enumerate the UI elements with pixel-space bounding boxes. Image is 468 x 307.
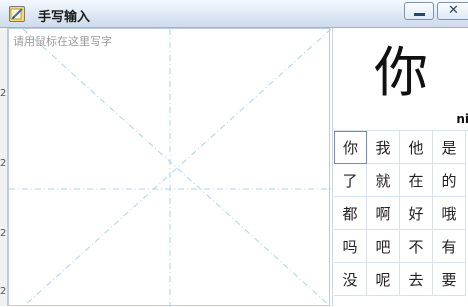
candidate-cell[interactable]: 啊 — [367, 197, 400, 230]
candidate-cell[interactable]: 要 — [433, 263, 466, 296]
candidate-cell[interactable]: 你 — [334, 131, 367, 164]
pad-hint: 请用鼠标在这里写字 — [13, 35, 112, 48]
handwriting-pad[interactable]: 请用鼠标在这里写字 — [8, 28, 331, 307]
candidate-cell[interactable]: 就 — [367, 164, 400, 197]
candidate-cell[interactable]: 的 — [433, 164, 466, 197]
candidate-cell[interactable]: 吧 — [367, 230, 400, 263]
candidate-cell[interactable]: 他 — [400, 131, 433, 164]
close-icon: ✕ — [448, 3, 459, 18]
close-button[interactable]: ✕ — [437, 2, 468, 20]
candidate-grid: 你 我 他 是 了 就 在 的 都 啊 好 哦 吗 吧 不 有 没 呢 去 要 — [334, 130, 468, 307]
recognized-preview: 你 ni — [333, 28, 468, 130]
candidate-cell[interactable]: 吗 — [334, 230, 367, 263]
candidate-cell[interactable]: 哦 — [433, 197, 466, 230]
row-marker: 2 — [0, 286, 7, 297]
candidate-cell[interactable]: 没 — [334, 263, 367, 296]
candidate-cell[interactable]: 是 — [433, 131, 466, 164]
candidate-cell[interactable]: 不 — [400, 230, 433, 263]
row-marker: 2 — [0, 228, 7, 239]
preview-character: 你 — [374, 41, 428, 104]
candidate-cell[interactable]: 都 — [334, 197, 367, 230]
candidate-cell[interactable]: 我 — [367, 131, 400, 164]
candidate-cell[interactable]: 好 — [400, 197, 433, 230]
candidate-panel: 你 ni 你 我 他 是 了 就 在 的 都 啊 好 哦 吗 吧 不 有 没 呢… — [332, 28, 468, 306]
minimize-button[interactable] — [404, 2, 434, 20]
preview-pinyin: ni — [456, 112, 468, 126]
candidate-cell[interactable]: 在 — [400, 164, 433, 197]
window-title: 手写输入 — [38, 10, 91, 25]
candidate-cell[interactable]: 有 — [433, 230, 466, 263]
row-marker: 2 — [0, 158, 7, 169]
minimize-icon — [414, 13, 425, 16]
candidate-cell[interactable]: 呢 — [367, 263, 400, 296]
title-bar[interactable]: 手写输入 ✕ — [0, 0, 468, 28]
candidate-cell[interactable]: 去 — [400, 263, 433, 296]
pencil-notepad-icon — [9, 6, 25, 22]
row-marker: 2 — [0, 88, 7, 99]
grid-guides — [9, 29, 331, 307]
candidate-cell[interactable]: 了 — [334, 164, 367, 197]
parent-window-edge: 2 2 2 2 — [0, 28, 8, 306]
